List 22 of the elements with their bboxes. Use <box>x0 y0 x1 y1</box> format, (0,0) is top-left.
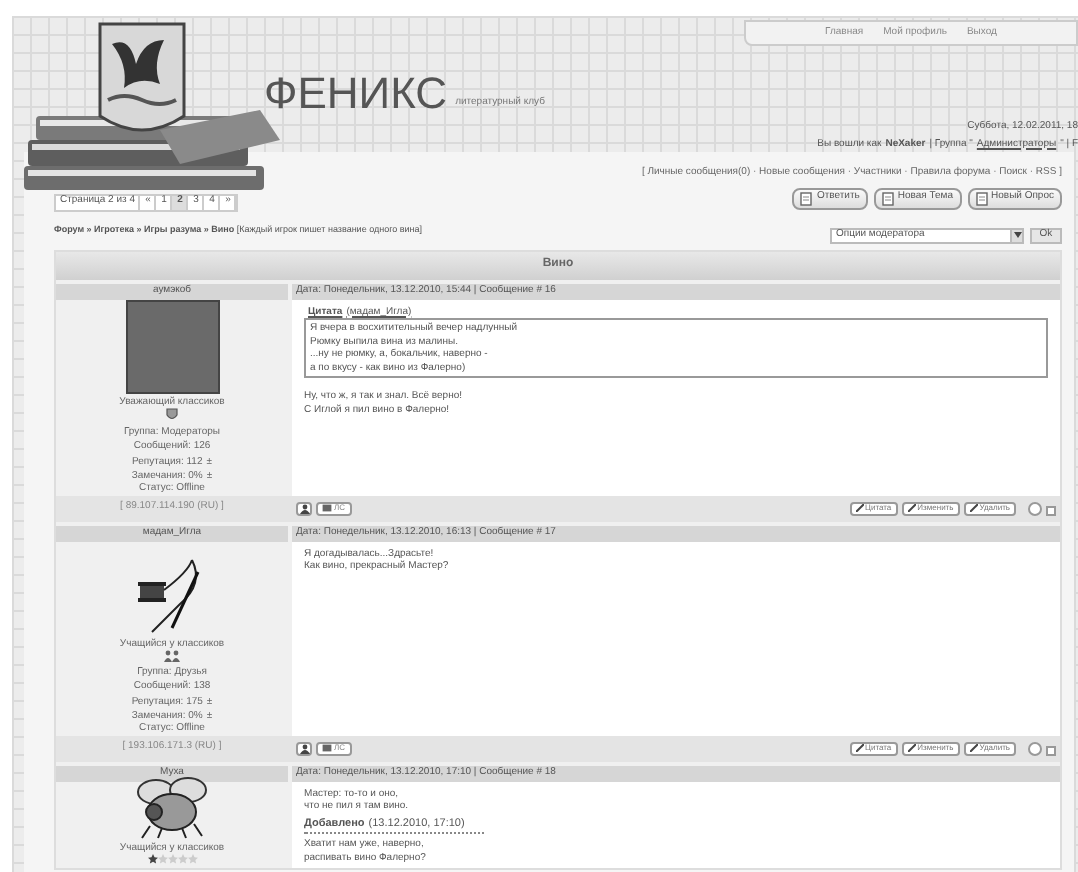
site-title: ФЕНИКС <box>264 72 448 116</box>
page-icon <box>975 191 988 205</box>
user-icon <box>299 743 309 753</box>
pencil-icon <box>969 744 978 752</box>
user-icon <box>299 503 309 513</box>
pencil-icon <box>907 504 916 512</box>
photo-placeholder <box>125 299 219 393</box>
page-icon <box>800 191 813 205</box>
pencil-icon <box>855 504 864 512</box>
pencil-icon <box>907 744 916 752</box>
profile-button[interactable] <box>296 501 312 515</box>
envelope-icon <box>322 744 332 752</box>
select-checkbox[interactable] <box>1046 506 1056 516</box>
select-checkbox[interactable] <box>1046 746 1056 756</box>
profile-button[interactable] <box>296 741 312 755</box>
pencil-icon <box>855 744 864 752</box>
envelope-icon <box>322 504 332 512</box>
dropdown-arrow-icon <box>1010 229 1022 241</box>
pencil-icon <box>969 504 978 512</box>
shield-icon <box>166 408 178 422</box>
page-icon <box>881 191 894 205</box>
people-icon <box>164 650 180 662</box>
